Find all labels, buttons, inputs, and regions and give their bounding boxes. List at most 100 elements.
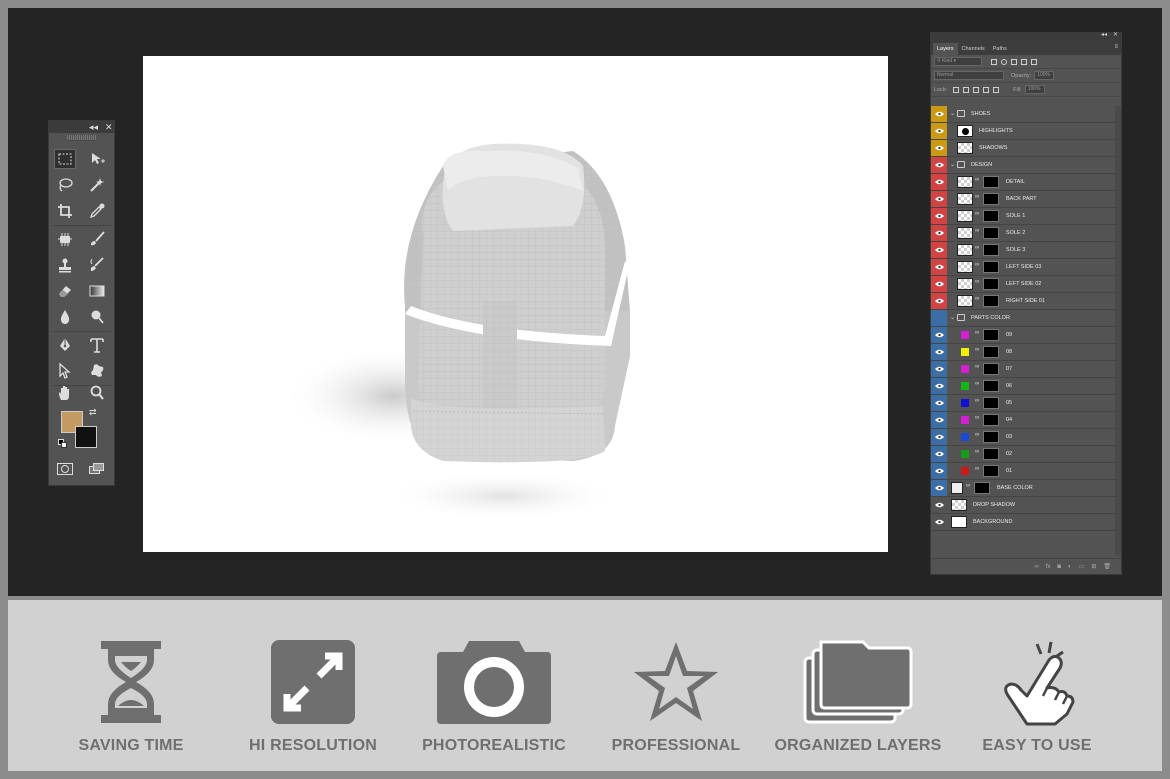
gradient-tool-icon[interactable] <box>86 281 108 301</box>
new-group-icon[interactable]: ▭ <box>1079 563 1085 570</box>
link-icon[interactable]: ∞ <box>966 483 970 489</box>
shape-tool-icon[interactable] <box>86 361 108 381</box>
visibility-eye-icon[interactable] <box>931 480 947 496</box>
layer-mask-thumbnail[interactable] <box>983 397 999 409</box>
layer-mask-thumbnail[interactable] <box>983 210 999 222</box>
collapse-icon[interactable]: ◂◂ <box>1101 31 1107 38</box>
link-layers-icon[interactable]: ∞ <box>1034 564 1038 570</box>
link-icon[interactable]: ∞ <box>975 177 979 183</box>
link-icon[interactable]: ∞ <box>975 228 979 234</box>
link-icon[interactable]: ∞ <box>975 347 979 353</box>
screen-mode-icon[interactable] <box>89 463 105 475</box>
layer-row[interactable]: ∞ 05 <box>931 395 1115 412</box>
visibility-eye-icon[interactable] <box>931 225 947 241</box>
crop-tool-icon[interactable] <box>54 201 76 221</box>
eyedropper-tool-icon[interactable] <box>86 201 108 221</box>
link-icon[interactable]: ∞ <box>975 466 979 472</box>
link-icon[interactable]: ∞ <box>975 194 979 200</box>
link-icon[interactable]: ∞ <box>975 211 979 217</box>
hand-tool-icon[interactable] <box>54 383 76 403</box>
layers-scrollbar[interactable] <box>1115 106 1121 556</box>
lasso-tool-icon[interactable] <box>54 175 76 195</box>
layer-mask-thumbnail[interactable] <box>974 482 990 494</box>
layer-style-icon[interactable]: fx <box>1046 564 1051 570</box>
layer-mask-thumbnail[interactable] <box>983 465 999 477</box>
link-icon[interactable]: ∞ <box>975 432 979 438</box>
layer-row[interactable]: BACKGROUND <box>931 514 1115 531</box>
visibility-eye-icon[interactable] <box>931 412 947 428</box>
layer-mask-thumbnail[interactable] <box>983 414 999 426</box>
layer-row[interactable]: ∞ DETAIL <box>931 174 1115 191</box>
visibility-eye-icon[interactable] <box>931 140 947 156</box>
lock-all-icon[interactable] <box>993 86 1000 93</box>
shape-filter-icon[interactable] <box>1021 58 1027 65</box>
default-colors-icon[interactable] <box>58 439 68 449</box>
link-icon[interactable]: ∞ <box>975 262 979 268</box>
visibility-eye-icon[interactable] <box>931 310 947 326</box>
type-filter-icon[interactable] <box>1011 58 1017 65</box>
magic-wand-tool-icon[interactable] <box>86 175 108 195</box>
layer-mask-thumbnail[interactable] <box>983 176 999 188</box>
healing-brush-tool-icon[interactable] <box>54 229 76 249</box>
collapse-icon[interactable]: ◂◂ <box>89 121 98 133</box>
tab-layers[interactable]: Layers <box>933 43 958 55</box>
visibility-eye-icon[interactable] <box>931 497 947 513</box>
layer-mask-thumbnail[interactable] <box>983 329 999 341</box>
group-expand-icon[interactable]: ⌄ <box>950 106 955 122</box>
visibility-eye-icon[interactable] <box>931 378 947 394</box>
visibility-eye-icon[interactable] <box>931 106 947 122</box>
layer-row[interactable]: ∞ BACK PART <box>931 191 1115 208</box>
visibility-eye-icon[interactable] <box>931 276 947 292</box>
layer-mask-thumbnail[interactable] <box>983 227 999 239</box>
tab-channels[interactable]: Channels <box>958 43 989 55</box>
document-canvas[interactable] <box>143 56 888 552</box>
history-brush-tool-icon[interactable] <box>86 255 108 275</box>
quick-mask-icon[interactable] <box>57 463 73 475</box>
path-selection-tool-icon[interactable] <box>54 361 76 381</box>
layer-row[interactable]: ∞ LEFT SIDE 02 <box>931 276 1115 293</box>
zoom-tool-icon[interactable] <box>86 383 108 403</box>
visibility-eye-icon[interactable] <box>931 446 947 462</box>
layer-row[interactable]: ∞ SOLE 2 <box>931 225 1115 242</box>
visibility-eye-icon[interactable] <box>931 191 947 207</box>
layer-row[interactable]: ∞ 02 <box>931 446 1115 463</box>
link-icon[interactable]: ∞ <box>975 245 979 251</box>
smart-object-filter-icon[interactable] <box>1031 58 1037 65</box>
layer-row[interactable]: SHADOWS <box>931 140 1115 157</box>
marquee-tool-icon[interactable] <box>54 149 76 169</box>
new-layer-icon[interactable]: ⊞ <box>1091 563 1096 570</box>
lock-transparency-icon[interactable] <box>953 86 960 93</box>
close-icon[interactable]: ✕ <box>1113 31 1118 38</box>
move-tool-icon[interactable] <box>86 149 108 169</box>
layer-row[interactable]: ⌄ SHOES <box>931 106 1115 123</box>
layer-row[interactable]: ∞ 08 <box>931 344 1115 361</box>
visibility-eye-icon[interactable] <box>931 242 947 258</box>
lock-artboard-icon[interactable] <box>983 86 990 93</box>
lock-pixels-icon[interactable] <box>963 86 970 93</box>
pixel-filter-icon[interactable] <box>991 58 997 65</box>
delete-layer-icon[interactable]: 🗑 <box>1103 563 1111 570</box>
close-icon[interactable]: ✕ <box>105 121 113 133</box>
group-expand-icon[interactable]: ⌄ <box>950 157 955 173</box>
visibility-eye-icon[interactable] <box>931 514 947 530</box>
link-icon[interactable]: ∞ <box>975 449 979 455</box>
background-color-swatch[interactable] <box>75 426 97 448</box>
adjustment-layer-icon[interactable]: ◐ <box>1068 564 1072 570</box>
link-icon[interactable]: ∞ <box>975 330 979 336</box>
layer-row[interactable]: ∞ SOLE 3 <box>931 242 1115 259</box>
layer-row[interactable]: DROP SHADOW <box>931 497 1115 514</box>
fill-field[interactable]: 100% <box>1024 85 1045 94</box>
opacity-field[interactable]: 100% <box>1034 71 1055 80</box>
layer-row[interactable]: ∞ 09 <box>931 327 1115 344</box>
link-icon[interactable]: ∞ <box>975 279 979 285</box>
layer-mask-thumbnail[interactable] <box>983 431 999 443</box>
blur-tool-icon[interactable] <box>54 307 76 327</box>
layer-row[interactable]: ∞ 04 <box>931 412 1115 429</box>
adjustment-filter-icon[interactable] <box>1001 58 1007 65</box>
link-icon[interactable]: ∞ <box>975 415 979 421</box>
filter-kind-select[interactable]: ⚲ Kind ▾ <box>934 57 982 66</box>
layer-row[interactable]: ∞ 03 <box>931 429 1115 446</box>
layer-mask-thumbnail[interactable] <box>983 380 999 392</box>
layer-row[interactable]: HIGHLIGHTS <box>931 123 1115 140</box>
link-icon[interactable]: ∞ <box>975 398 979 404</box>
